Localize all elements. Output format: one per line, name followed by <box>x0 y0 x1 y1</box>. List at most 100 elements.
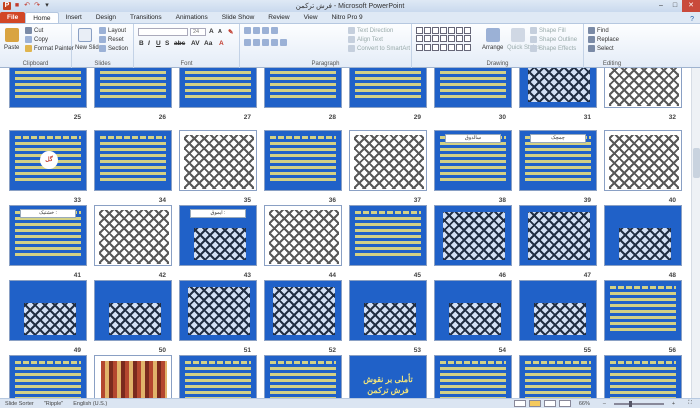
normal-view-button[interactable] <box>513 400 526 407</box>
slide-thumbnail[interactable] <box>434 280 512 341</box>
slide-thumbnail[interactable]: تأملی بر نقوش فرش ترکمن <box>349 355 427 398</box>
grow-font-button[interactable]: A <box>209 28 214 35</box>
paste-button[interactable]: Paste <box>4 45 19 51</box>
shape-outline-button[interactable]: Shape Outline <box>530 36 577 43</box>
slide-thumbnail[interactable] <box>94 68 172 108</box>
scrollbar-thumb[interactable] <box>693 148 700 178</box>
slide-thumbnail[interactable]: سالدوق <box>434 130 512 191</box>
slide-thumbnail[interactable] <box>264 205 342 266</box>
tab-view[interactable]: View <box>297 12 325 23</box>
slide-thumbnail[interactable] <box>519 205 597 266</box>
slide-thumbnail[interactable] <box>349 68 427 108</box>
slide-thumbnail[interactable] <box>179 280 257 341</box>
slide-thumbnail[interactable] <box>179 355 257 398</box>
slide-thumbnail[interactable] <box>434 355 512 398</box>
change-case-button[interactable]: Aa <box>204 40 212 47</box>
slide-thumbnail[interactable] <box>94 130 172 191</box>
slide-thumbnail[interactable] <box>9 68 87 108</box>
slide-thumbnail[interactable] <box>604 205 682 266</box>
shape-fill-button[interactable]: Shape Fill <box>530 27 566 34</box>
slide-thumbnail[interactable] <box>519 280 597 341</box>
slide-thumbnail[interactable] <box>604 280 682 341</box>
align-buttons[interactable] <box>244 39 287 46</box>
fit-to-window-icon[interactable]: ⛶ <box>683 400 697 407</box>
replace-button[interactable]: Replace <box>588 36 619 43</box>
cut-button[interactable]: Cut <box>25 27 43 34</box>
close-button[interactable]: ✕ <box>682 0 700 12</box>
copy-button[interactable]: Copy <box>25 36 48 43</box>
char-spacing-button[interactable]: AV <box>191 40 200 47</box>
tab-slide-show[interactable]: Slide Show <box>215 12 262 23</box>
shrink-font-button[interactable]: A <box>218 29 222 35</box>
minimize-button[interactable]: – <box>654 0 668 12</box>
slide-thumbnail[interactable]: خشتیک : <box>9 205 87 266</box>
slide-thumbnail[interactable] <box>434 205 512 266</box>
font-color-button[interactable]: A <box>219 40 224 47</box>
help-icon[interactable]: ? <box>690 16 700 23</box>
bullets-button[interactable] <box>244 27 278 34</box>
slide-thumbnail[interactable] <box>604 68 682 108</box>
format-painter-button[interactable]: Format Painter <box>25 45 74 52</box>
tab-design[interactable]: Design <box>89 12 123 23</box>
layout-button[interactable]: Layout <box>99 27 126 34</box>
tab-review[interactable]: Review <box>261 12 296 23</box>
convert-smartart-button[interactable]: Convert to SmartArt <box>348 45 410 52</box>
slide-thumbnail[interactable] <box>519 355 597 398</box>
select-button[interactable]: Select <box>588 45 614 52</box>
slide-thumbnail[interactable]: چمچک <box>519 130 597 191</box>
slide-thumbnail[interactable] <box>264 68 342 108</box>
arrange-button[interactable]: Arrange <box>482 45 503 51</box>
slide-thumbnail[interactable] <box>9 280 87 341</box>
slide-thumbnail[interactable]: ایموق : <box>179 205 257 266</box>
zoom-level[interactable]: 66% <box>574 401 595 407</box>
tab-insert[interactable]: Insert <box>59 12 89 23</box>
underline-button[interactable]: U <box>156 40 161 47</box>
bold-button[interactable]: B <box>139 40 144 47</box>
vertical-scrollbar[interactable] <box>691 68 700 398</box>
slide-thumbnail[interactable] <box>349 280 427 341</box>
font-size-box[interactable]: 24 <box>190 28 206 36</box>
tab-nitro[interactable]: Nitro Pro 9 <box>325 12 370 23</box>
slide-thumbnail[interactable] <box>179 130 257 191</box>
tab-animations[interactable]: Animations <box>169 12 215 23</box>
slide-thumbnail[interactable] <box>264 280 342 341</box>
align-text-button[interactable]: Align Text <box>348 36 383 43</box>
font-name-box[interactable] <box>138 28 188 36</box>
reset-button[interactable]: Reset <box>99 36 124 43</box>
tab-home[interactable]: Home <box>25 12 59 23</box>
text-direction-button[interactable]: Text Direction <box>348 27 393 34</box>
slide-thumbnail[interactable] <box>604 130 682 191</box>
section-button[interactable]: Section <box>99 45 128 52</box>
shapes-gallery[interactable] <box>416 27 472 51</box>
zoom-out-button[interactable]: – <box>598 401 611 407</box>
slide-thumbnail[interactable] <box>94 280 172 341</box>
zoom-slider[interactable] <box>613 400 664 407</box>
zoom-in-button[interactable]: + <box>667 401 680 407</box>
slide-thumbnail[interactable] <box>434 68 512 108</box>
find-button[interactable]: Find <box>588 27 609 34</box>
zoom-slider-handle[interactable] <box>628 400 632 407</box>
slide-thumbnail[interactable] <box>264 130 342 191</box>
slide-thumbnail[interactable] <box>349 130 427 191</box>
tab-transitions[interactable]: Transitions <box>123 12 169 23</box>
shape-effects-button[interactable]: Shape Effects <box>530 45 576 52</box>
slide-thumbnail[interactable] <box>604 355 682 398</box>
slide-sorter-view-button[interactable] <box>528 400 541 407</box>
slide-thumbnail[interactable] <box>94 355 172 398</box>
clear-format-button[interactable]: ✎ <box>228 28 233 36</box>
reading-view-button[interactable] <box>543 400 556 407</box>
tab-file[interactable]: File <box>0 12 26 23</box>
slide-thumbnail[interactable] <box>9 355 87 398</box>
slide-thumbnail[interactable] <box>94 205 172 266</box>
slide-thumbnail[interactable] <box>519 68 597 108</box>
new-slide-button[interactable]: New Slide <box>75 45 102 51</box>
slide-thumbnail[interactable]: گل <box>9 130 87 191</box>
slide-thumbnail[interactable] <box>179 68 257 108</box>
slide-thumbnail[interactable] <box>264 355 342 398</box>
slide-show-view-button[interactable] <box>558 400 571 407</box>
maximize-button[interactable]: □ <box>668 0 682 12</box>
italic-button[interactable]: I <box>148 40 150 47</box>
shadow-button[interactable]: S <box>165 40 169 47</box>
strikethrough-button[interactable]: abc <box>174 40 185 47</box>
slide-thumbnail[interactable] <box>349 205 427 266</box>
